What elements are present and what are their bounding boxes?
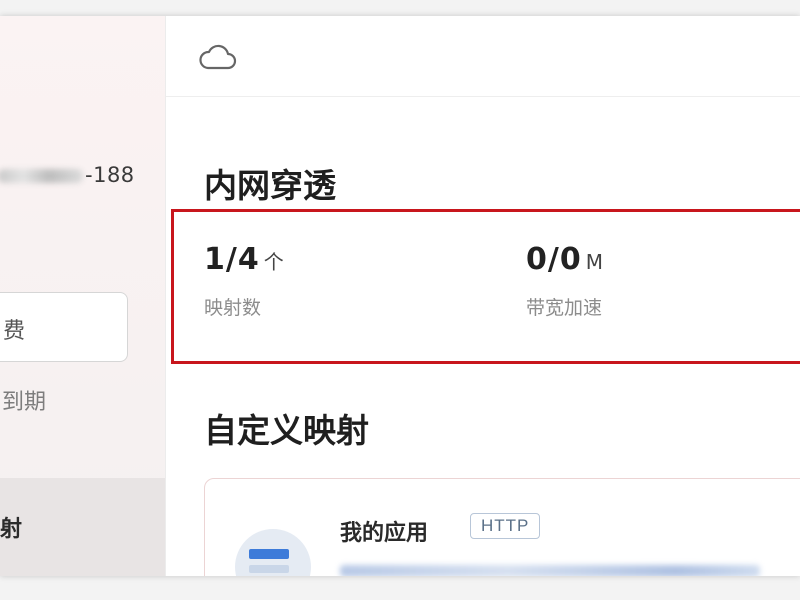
- sidebar-item-label: 射: [0, 517, 23, 542]
- user-account: -188: [0, 163, 168, 187]
- page-title: 内网穿透: [204, 166, 336, 205]
- stat-value: 1/4: [204, 242, 260, 277]
- custom-mapping-title: 自定义映射: [204, 411, 369, 450]
- redacted-address: [340, 565, 760, 576]
- app-card[interactable]: 我的应用 HTTP 先: [204, 478, 800, 576]
- stat-unit: 个: [263, 250, 284, 274]
- stat-label: 带宽加速: [526, 297, 603, 319]
- renew-button[interactable]: 费: [0, 292, 128, 362]
- sidebar: -188 费 到期 射: [0, 16, 166, 576]
- redacted-username: [0, 169, 83, 183]
- stat-mapping-count: 1/4 个 映射数: [204, 242, 284, 320]
- stat-label: 映射数: [204, 297, 262, 319]
- sidebar-item-mapping[interactable]: 射: [0, 478, 165, 576]
- renew-button-label: 费: [3, 319, 26, 344]
- stats-panel: 1/4 个 映射数 0/0 M 带宽加速: [171, 209, 800, 364]
- top-bar: [166, 16, 800, 97]
- app-name: 我的应用: [340, 521, 429, 546]
- stat-value: 0/0: [526, 242, 582, 277]
- app-logo-bar: [249, 549, 289, 559]
- expire-text: 到期: [2, 390, 47, 415]
- app-window: -188 费 到期 射 内网穿透 1/4个 映射数 0/0M 带宽加速 自定: [0, 16, 800, 576]
- stat-unit: M: [585, 250, 603, 274]
- app-logo-bar: [249, 565, 289, 573]
- main-content: 内网穿透 1/4 个 映射数 0/0 M 带宽加速 自定义映射 我的应用 HTTP …: [166, 16, 800, 576]
- protocol-badge: HTTP: [470, 513, 541, 539]
- app-logo-icon: [235, 529, 311, 576]
- cloud-icon[interactable]: [198, 44, 238, 74]
- user-suffix: -188: [85, 163, 135, 187]
- stat-bandwidth: 0/0 M 带宽加速: [526, 242, 603, 320]
